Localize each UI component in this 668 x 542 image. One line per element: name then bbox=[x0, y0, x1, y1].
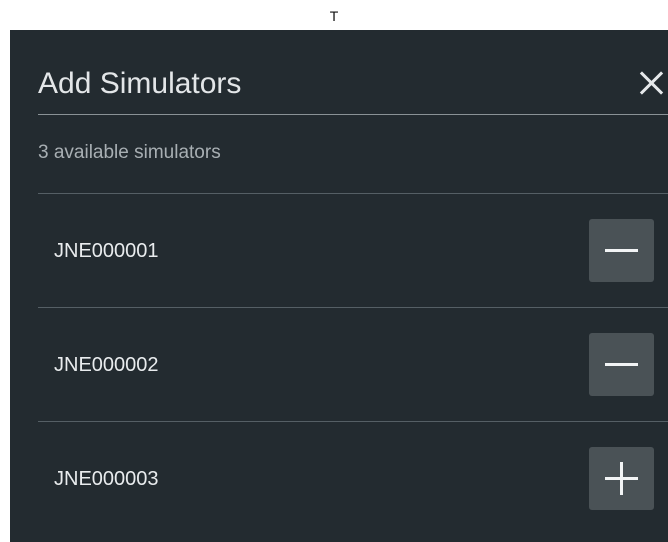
simulator-name: JNE000003 bbox=[54, 468, 159, 490]
simulator-name: JNE000002 bbox=[54, 354, 159, 376]
add-simulator-button[interactable] bbox=[589, 447, 654, 510]
add-simulators-dialog: Add Simulators 3 available simulators JN… bbox=[10, 30, 668, 542]
dialog-title: Add Simulators bbox=[38, 67, 242, 100]
simulator-list: JNE000001 JNE000002 JNE000003 bbox=[38, 193, 668, 535]
remove-simulator-button[interactable] bbox=[589, 333, 654, 396]
remove-simulator-button[interactable] bbox=[589, 219, 654, 282]
list-item: JNE000003 bbox=[38, 421, 668, 535]
close-icon[interactable] bbox=[638, 70, 664, 96]
list-item: JNE000001 bbox=[38, 193, 668, 307]
available-count: 3 available simulators bbox=[38, 142, 221, 163]
top-letter: T bbox=[329, 8, 339, 24]
list-item: JNE000002 bbox=[38, 307, 668, 421]
simulator-name: JNE000001 bbox=[54, 240, 159, 262]
dialog-header: Add Simulators bbox=[38, 30, 668, 115]
